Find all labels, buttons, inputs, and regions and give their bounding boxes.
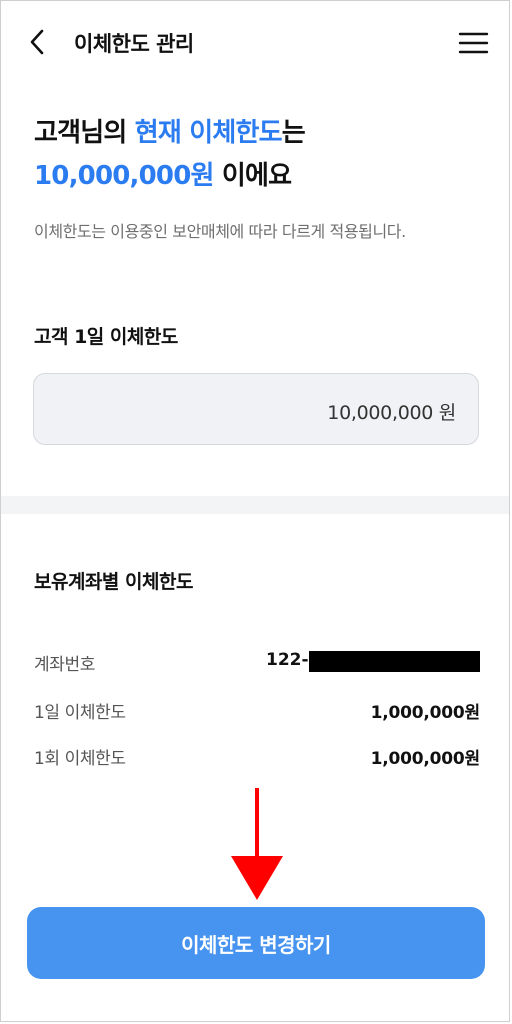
daily-account-limit-label: 1일 이체한도 [34, 703, 126, 723]
current-limit-amount: 10,000,000원 [34, 161, 214, 191]
daily-limit-value: 10,000,000 원 [327, 402, 456, 424]
limit-headline: 고객님의 현재 이체한도는 10,000,000원 이에요 [34, 112, 306, 198]
red-down-arrow-icon [231, 788, 283, 900]
headline-highlight: 현재 이체한도 [134, 118, 283, 148]
per-transfer-limit-label: 1회 이체한도 [34, 749, 126, 769]
account-number-label: 계좌번호 [34, 655, 95, 675]
per-transfer-limit-row: 1회 이체한도 1,000,000원 [34, 744, 480, 772]
headline-line-2: 10,000,000원 이에요 [34, 155, 305, 198]
back-button[interactable] [22, 26, 54, 58]
limit-description: 이체한도는 이용중인 보안매체에 따라 다르게 적용됩니다. [34, 222, 406, 241]
account-number-row: 계좌번호 122- [34, 650, 480, 678]
headline-ending: 이에요 [213, 161, 292, 191]
change-limit-button[interactable]: 이체한도 변경하기 [27, 907, 485, 979]
hamburger-menu-icon [458, 32, 489, 54]
app-header: 이체한도 관리 [0, 0, 512, 86]
account-number-value: 122- [266, 650, 309, 670]
per-transfer-limit-value: 1,000,000원 [370, 749, 481, 769]
chevron-left-icon [30, 29, 44, 55]
account-limits-title: 보유계좌별 이체한도 [34, 571, 193, 593]
headline-prefix: 고객님의 [34, 118, 135, 148]
page-title: 이체한도 관리 [74, 32, 194, 56]
change-limit-button-label: 이체한도 변경하기 [181, 932, 331, 957]
redaction-bar [309, 651, 480, 672]
headline-line-1: 고객님의 현재 이체한도는 [34, 112, 306, 155]
section-divider [1, 496, 509, 514]
daily-account-limit-value: 1,000,000원 [370, 703, 481, 723]
daily-limit-label: 고객 1일 이체한도 [34, 326, 178, 348]
menu-button[interactable] [456, 28, 492, 58]
headline-suffix: 는 [281, 118, 306, 148]
daily-limit-field: 10,000,000 원 [33, 373, 479, 445]
daily-account-limit-row: 1일 이체한도 1,000,000원 [34, 698, 480, 726]
